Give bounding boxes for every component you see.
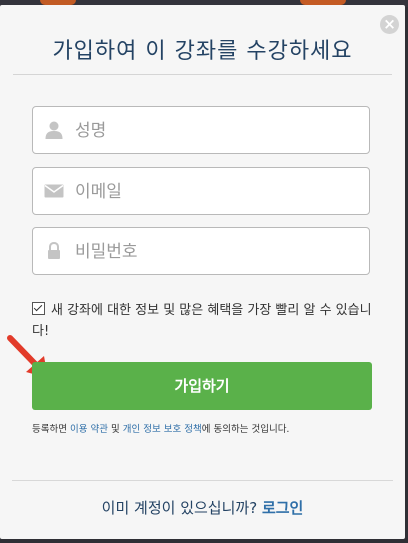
password-field[interactable] <box>32 227 370 276</box>
user-icon <box>45 121 63 139</box>
divider <box>12 480 393 481</box>
terms-middle: 및 <box>107 424 123 435</box>
name-input[interactable] <box>73 107 357 155</box>
password-input[interactable] <box>73 228 357 276</box>
login-link[interactable]: 로그인 <box>262 499 303 517</box>
terms-notice: 등록하면 이용 약관 및 개인 정보 보호 정책에 동의하는 것입니다. <box>32 421 382 435</box>
signup-button[interactable]: 가입하기 <box>32 362 372 410</box>
consent-row: 새 강좌에 대한 정보 및 많은 혜택을 가장 빨리 알 수 있습니다! <box>32 300 377 342</box>
consent-label: 새 강좌에 대한 정보 및 많은 혜택을 가장 빨리 알 수 있습니다! <box>32 303 372 339</box>
divider <box>13 74 392 75</box>
modal-title: 가입하여 이 강좌를 수강하세요 <box>52 39 353 64</box>
email-input[interactable] <box>73 168 357 216</box>
name-field[interactable] <box>32 106 370 155</box>
terms-of-service-link[interactable]: 이용 약관 <box>70 424 108 435</box>
email-field[interactable] <box>32 167 370 216</box>
login-prompt-text: 이미 계정이 있으십니까? <box>101 499 262 517</box>
login-prompt: 이미 계정이 있으십니까? 로그인 <box>0 497 405 518</box>
close-icon[interactable]: × <box>380 15 399 34</box>
envelope-icon <box>44 184 64 198</box>
privacy-policy-link[interactable]: 개인 정보 보호 정책 <box>123 424 202 435</box>
lock-icon <box>48 241 60 259</box>
signup-modal: × 가입하여 이 강좌를 수강하세요 새 강좌에 대한 정보 및 많은 혜택을 … <box>0 5 405 539</box>
consent-checkbox[interactable] <box>32 302 45 315</box>
terms-prefix: 등록하면 <box>32 424 70 435</box>
terms-suffix: 에 동의하는 것입니다. <box>201 424 290 435</box>
